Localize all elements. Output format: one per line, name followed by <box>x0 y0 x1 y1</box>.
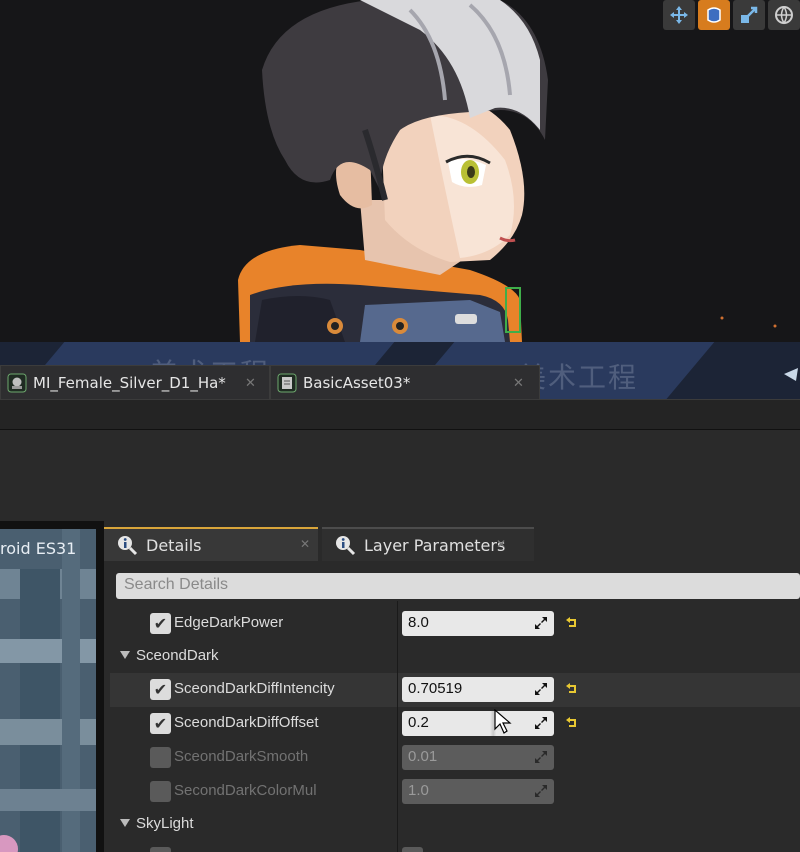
category-label: SkyLight <box>136 815 194 832</box>
rotate-tool-button[interactable] <box>698 0 730 30</box>
expand-arrow-icon[interactable] <box>120 819 130 827</box>
value-text: 8.0 <box>408 614 429 631</box>
property-name: EdgeDarkPower <box>174 614 284 631</box>
preview-platform-label: roid ES31 <box>0 539 77 558</box>
expand-arrows-icon <box>535 785 547 797</box>
scale-tool-button[interactable] <box>733 0 765 30</box>
value-field: 0.01 <box>402 745 554 770</box>
preview-texture <box>0 529 96 852</box>
enable-checkbox[interactable] <box>150 747 171 768</box>
value-text: 0.70519 <box>408 680 463 697</box>
property-row-color-mul: SecondDarkColorMul 1.0 <box>110 775 800 809</box>
expand-arrows-icon[interactable] <box>534 716 548 730</box>
tab-label: BasicAsset03 <box>303 374 403 392</box>
close-icon[interactable]: ✕ <box>496 537 506 551</box>
close-icon[interactable]: ✕ <box>245 376 256 391</box>
value-text: 1.0 <box>408 782 429 799</box>
expand-arrows-icon[interactable] <box>534 616 548 630</box>
property-row-diff-offset: ✔ SceondDarkDiffOffset 0.2 <box>110 707 800 741</box>
expand-arrows-icon <box>535 751 547 763</box>
move-arrows-icon <box>670 6 688 24</box>
viewport[interactable] <box>0 0 800 342</box>
globe-icon <box>775 6 793 25</box>
document-tab-bar: 美术工程 美术工程 MI_Female_Silver_D1_Ha* ✕ Basi… <box>0 342 800 400</box>
material-instance-icon <box>7 373 27 393</box>
world-space-button[interactable] <box>768 0 800 30</box>
document-tab-basicasset[interactable]: BasicAsset03 * ✕ <box>270 365 540 400</box>
editor-toolbar-edge <box>0 399 800 429</box>
tab-label: MI_Female_Silver_D1_Ha <box>33 374 219 392</box>
panel-tabs: Details ✕ Layer Parameters ✕ <box>104 527 538 561</box>
material-preview[interactable]: roid ES31 <box>0 529 96 852</box>
property-name: SceondDarkDiffIntencity <box>174 680 335 697</box>
close-icon[interactable]: ✕ <box>513 376 524 391</box>
scale-icon <box>741 6 758 23</box>
tab-modified-marker: * <box>218 374 226 392</box>
search-details-input[interactable]: Search Details <box>116 573 800 599</box>
value-field[interactable]: 8.0 <box>402 611 554 636</box>
enable-checkbox[interactable]: ✔ <box>150 713 171 734</box>
property-row-smooth: SceondDarkSmooth 0.01 <box>110 741 800 775</box>
property-name: SecondDarkColorMul <box>174 782 317 799</box>
document-tab-material[interactable]: MI_Female_Silver_D1_Ha * ✕ <box>0 365 270 400</box>
partial-field <box>402 847 423 852</box>
enable-checkbox[interactable]: ✔ <box>150 679 171 700</box>
value-text: 0.01 <box>408 748 438 765</box>
category-second-dark[interactable]: SceondDark <box>110 641 800 673</box>
app-icon <box>784 368 798 381</box>
tab-layer-parameters[interactable]: Layer Parameters ✕ <box>322 527 534 561</box>
viewport-toolbar <box>663 0 800 30</box>
enable-checkbox[interactable] <box>150 781 171 802</box>
mouse-cursor-icon <box>494 709 512 734</box>
tab-details[interactable]: Details ✕ <box>104 527 318 561</box>
editor-toolbar <box>0 429 800 521</box>
translate-tool-button[interactable] <box>663 0 695 30</box>
partial-checkbox <box>150 847 171 852</box>
property-row-diff-intencity: ✔ SceondDarkDiffIntencity 0.70519 <box>110 673 800 707</box>
property-name: SceondDarkSmooth <box>174 748 309 765</box>
property-row-edge-dark-power: ✔ EdgeDarkPower 8.0 <box>110 607 800 641</box>
value-text: 0.2 <box>408 714 429 731</box>
category-sky-light[interactable]: SkyLight <box>110 809 800 841</box>
rotate-icon <box>707 7 721 23</box>
property-name: SceondDarkDiffOffset <box>174 714 319 731</box>
column-divider[interactable] <box>397 601 398 852</box>
tab-label: Details <box>146 535 202 555</box>
close-icon[interactable]: ✕ <box>300 537 310 551</box>
asset-icon <box>277 373 297 393</box>
expand-arrow-icon[interactable] <box>120 651 130 659</box>
reset-to-default-icon[interactable] <box>565 682 579 696</box>
character-render <box>238 0 777 342</box>
info-icon <box>118 536 138 556</box>
tab-modified-marker: * <box>402 374 411 392</box>
expand-arrows-icon[interactable] <box>534 682 548 696</box>
tab-label: Layer Parameters <box>364 535 506 555</box>
value-field[interactable]: 0.2 <box>402 711 554 736</box>
category-label: SceondDark <box>136 647 219 664</box>
enable-checkbox[interactable]: ✔ <box>150 613 171 634</box>
info-icon <box>336 536 356 556</box>
value-field[interactable]: 0.70519 <box>402 677 554 702</box>
value-field: 1.0 <box>402 779 554 804</box>
details-panel: Details ✕ Layer Parameters ✕ Search Deta… <box>104 521 800 852</box>
reset-to-default-icon[interactable] <box>565 716 579 730</box>
reset-to-default-icon[interactable] <box>565 616 579 630</box>
